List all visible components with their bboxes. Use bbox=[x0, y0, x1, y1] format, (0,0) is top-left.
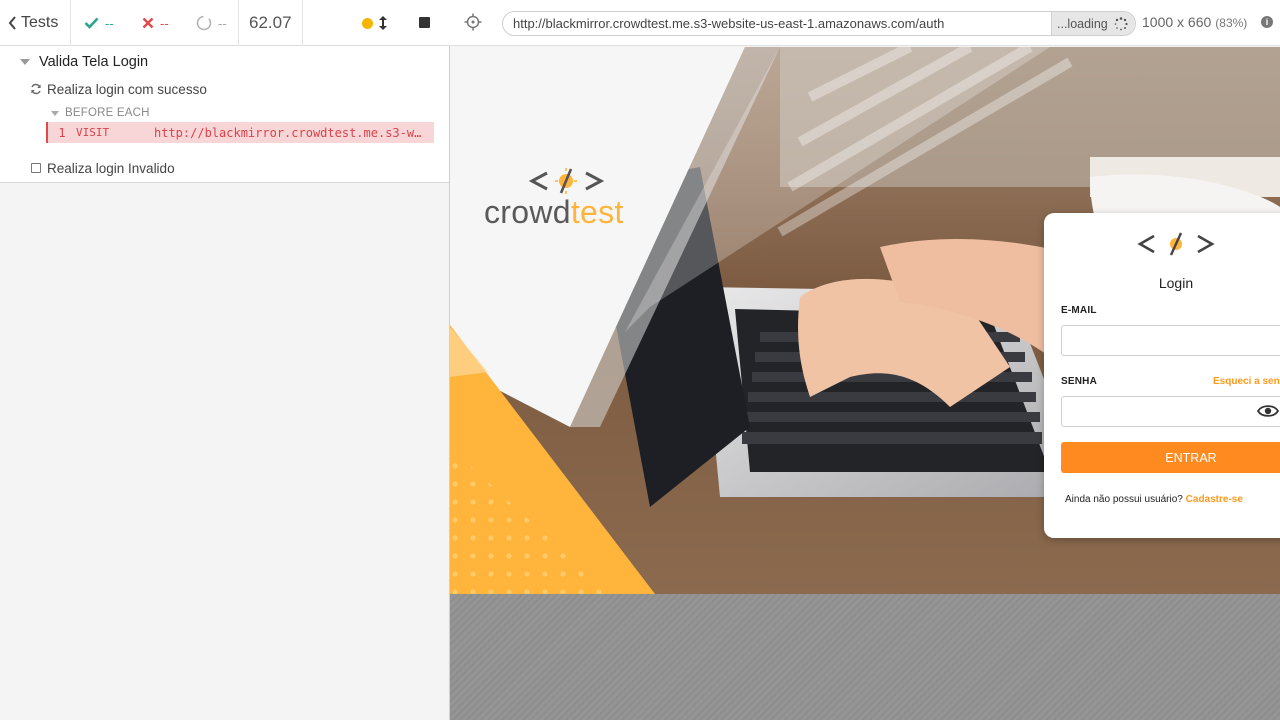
spinner-icon bbox=[1114, 16, 1128, 30]
tests-back-button[interactable]: Tests bbox=[8, 0, 58, 46]
brand-wordmark: crowdtest bbox=[484, 194, 624, 231]
password-label: SENHA bbox=[1061, 376, 1098, 387]
password-field[interactable] bbox=[1061, 396, 1280, 427]
pending-test-icon bbox=[31, 163, 41, 173]
aut-header: http://blackmirror.crowdtest.me.s3-websi… bbox=[450, 0, 1280, 46]
stop-icon[interactable] bbox=[419, 17, 430, 28]
test-title: Realiza login Invalido bbox=[47, 160, 175, 176]
loading-indicator: ...loading bbox=[1051, 12, 1135, 35]
running-indicator bbox=[362, 18, 373, 29]
failed-count[interactable]: -- bbox=[142, 0, 169, 46]
duration: 62.07 bbox=[249, 13, 292, 32]
x-icon bbox=[142, 17, 154, 29]
caret-down-icon bbox=[20, 59, 30, 65]
crosshair-icon[interactable] bbox=[464, 13, 482, 31]
register-text: Ainda não possui usuário? bbox=[1065, 494, 1183, 505]
hook-title: BEFORE EACH bbox=[65, 107, 150, 119]
circle-icon bbox=[196, 15, 212, 31]
login-card: Login E-MAIL SENHA Esqueci a senha ENTRA… bbox=[1044, 213, 1280, 538]
command-number: 1 bbox=[58, 125, 66, 140]
loading-label: ...loading bbox=[1057, 16, 1108, 31]
test-row[interactable]: Realiza login com sucesso bbox=[30, 79, 207, 99]
chevron-left-icon bbox=[8, 16, 16, 30]
divider bbox=[70, 0, 71, 46]
stats-bar: Tests -- -- -- 62.07 bbox=[0, 0, 450, 46]
viewport-size: 1000 x 660 (83%) bbox=[1142, 14, 1247, 30]
caret-down-icon bbox=[51, 110, 59, 116]
check-icon bbox=[84, 17, 99, 29]
forgot-password-link[interactable]: Esqueci a senha bbox=[1213, 376, 1280, 387]
email-field[interactable] bbox=[1061, 325, 1280, 356]
auto-scroll-toggle[interactable] bbox=[378, 0, 388, 46]
login-title: Login bbox=[1158, 275, 1194, 291]
viewport-scale: (83%) bbox=[1215, 16, 1248, 30]
logo-icon bbox=[1137, 232, 1215, 256]
brand-word-left: crowd bbox=[484, 194, 571, 230]
pending-count-value: -- bbox=[218, 15, 227, 31]
register-prompt: Ainda não possui usuário? Cadastre-se bbox=[1065, 494, 1243, 505]
reporter-panel: Tests -- -- -- 62.07 Valida Tela Login R… bbox=[0, 0, 450, 720]
hook-row[interactable]: BEFORE EACH bbox=[51, 104, 150, 122]
passed-count-value: -- bbox=[105, 15, 114, 31]
test-row[interactable]: Realiza login Invalido bbox=[31, 158, 175, 178]
test-title: Realiza login com sucesso bbox=[47, 81, 207, 97]
tests-label: Tests bbox=[21, 14, 59, 31]
viewport-dimensions: 1000 x 660 bbox=[1142, 14, 1212, 30]
register-link[interactable]: Cadastre-se bbox=[1186, 494, 1243, 505]
url-text: http://blackmirror.crowdtest.me.s3-websi… bbox=[513, 16, 945, 31]
pending-count[interactable]: -- bbox=[196, 0, 227, 46]
brand-word-right: test bbox=[570, 194, 624, 230]
info-icon[interactable]: i bbox=[1261, 16, 1273, 28]
runnables-list: Valida Tela Login Realiza login com suce… bbox=[0, 46, 449, 183]
passed-count[interactable]: -- bbox=[84, 0, 114, 46]
failed-count-value: -- bbox=[160, 15, 169, 31]
eye-icon[interactable] bbox=[1257, 404, 1279, 418]
suite-title: Valida Tela Login bbox=[39, 54, 149, 70]
url-bar[interactable]: http://blackmirror.crowdtest.me.s3-websi… bbox=[502, 11, 1136, 36]
up-down-arrows-icon bbox=[379, 16, 387, 30]
refresh-icon bbox=[31, 83, 41, 95]
aut-empty-area bbox=[450, 594, 1280, 720]
login-button[interactable]: ENTRAR bbox=[1061, 442, 1280, 473]
suite-row[interactable]: Valida Tela Login bbox=[20, 52, 148, 72]
divider bbox=[238, 0, 239, 46]
app-frame: crowdtest Login E-MAIL SENHA Esqueci a s… bbox=[450, 47, 1280, 594]
command-row[interactable]: 1 VISIT http://blackmirror.crowdtest.me.… bbox=[46, 122, 434, 143]
command-name: VISIT bbox=[76, 126, 110, 139]
divider bbox=[302, 0, 303, 46]
email-label: E-MAIL bbox=[1061, 305, 1097, 316]
command-message: http://blackmirror.crowdtest.me.s3-websi… bbox=[154, 125, 434, 140]
